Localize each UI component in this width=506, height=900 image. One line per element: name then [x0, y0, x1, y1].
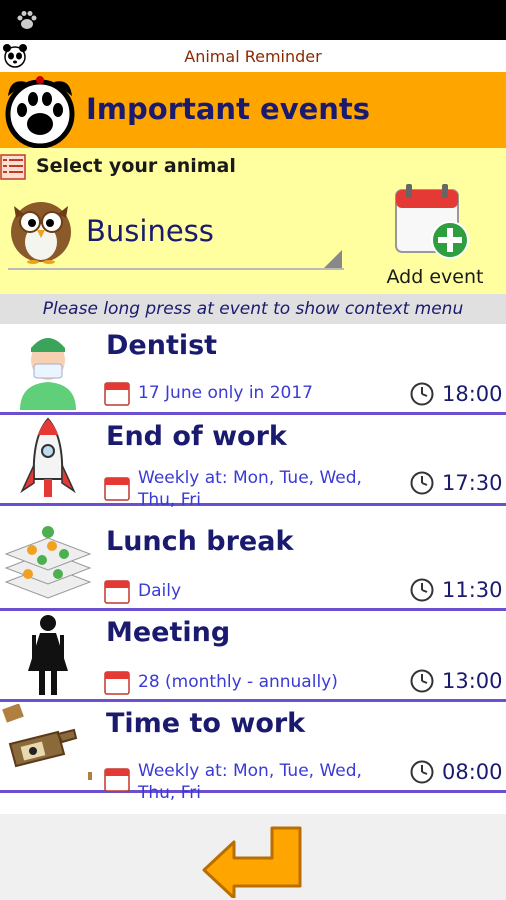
owl-icon [11, 202, 71, 264]
rocket-icon [20, 417, 76, 497]
status-bar [0, 0, 506, 40]
event-time: 08:00 [442, 760, 503, 784]
selected-animal-value: Business [86, 214, 214, 248]
spinner-underline [8, 268, 344, 270]
paw-notification-icon [17, 11, 37, 29]
clock-icon [410, 382, 434, 406]
event-date: 28 (monthly - annually) [138, 672, 338, 692]
clock-icon [410, 669, 434, 693]
event-item-time-to-work[interactable]: Time to work Weekly at: Mon, Tue, Wed, T… [0, 702, 506, 803]
list-icon [0, 154, 26, 180]
paw-clock-logo-icon [5, 76, 75, 148]
page-title: Important events [86, 92, 371, 126]
app-title: Animal Reminder [184, 47, 322, 66]
event-date: Daily [138, 581, 182, 601]
app-title-bar: Animal Reminder [0, 40, 506, 73]
select-animal-label: Select your animal [36, 155, 236, 177]
calendar-icon [104, 671, 130, 695]
woman-icon [28, 615, 68, 695]
event-time: 11:30 [442, 578, 503, 602]
event-title: Time to work [106, 708, 306, 739]
event-title: End of work [106, 421, 287, 452]
calendar-icon [104, 768, 130, 792]
back-arrow-icon[interactable] [200, 820, 306, 898]
bottom-bar [0, 814, 506, 900]
event-title: Meeting [106, 617, 231, 648]
event-date: Weekly at: Mon, Tue, Wed, Thu, Fri [138, 761, 362, 803]
clock-icon [410, 760, 434, 784]
event-time: 13:00 [442, 669, 503, 693]
event-item-lunch-break[interactable]: Lunch break Daily 11:30 [0, 520, 506, 611]
event-item-meeting[interactable]: Meeting 28 (monthly - annually) 13:00 [0, 611, 506, 702]
spinner-dropdown-arrow-icon [324, 250, 342, 268]
event-date: 17 June only in 2017 [138, 383, 313, 403]
event-time: 18:00 [442, 382, 503, 406]
context-menu-hint: Please long press at event to show conte… [0, 294, 506, 324]
dentist-icon [20, 338, 76, 410]
page-header: Important events [0, 72, 506, 148]
event-title: Lunch break [106, 526, 294, 557]
calendar-icon [104, 580, 130, 604]
event-item-end-of-work[interactable]: End of work Weekly at: Mon, Tue, Wed, Th… [0, 415, 506, 510]
bottle-icon [2, 704, 92, 780]
event-item-dentist[interactable]: Dentist 17 June only in 2017 18:00 [0, 324, 506, 415]
add-event-button[interactable]: Add event [380, 184, 490, 290]
animal-selector-panel: Select your animal Business Add event [0, 148, 506, 294]
add-event-label: Add event [386, 266, 484, 288]
event-time: 17:30 [442, 471, 503, 495]
event-title: Dentist [106, 330, 218, 361]
food-icon [4, 526, 92, 599]
calendar-icon [104, 477, 130, 501]
event-date: Weekly at: Mon, Tue, Wed, Thu, Fri [138, 468, 362, 510]
calendar-icon [104, 382, 130, 406]
clock-icon [410, 578, 434, 602]
calendar-add-icon [395, 184, 469, 259]
animal-spinner[interactable]: Business [6, 192, 344, 270]
clock-icon [410, 471, 434, 495]
